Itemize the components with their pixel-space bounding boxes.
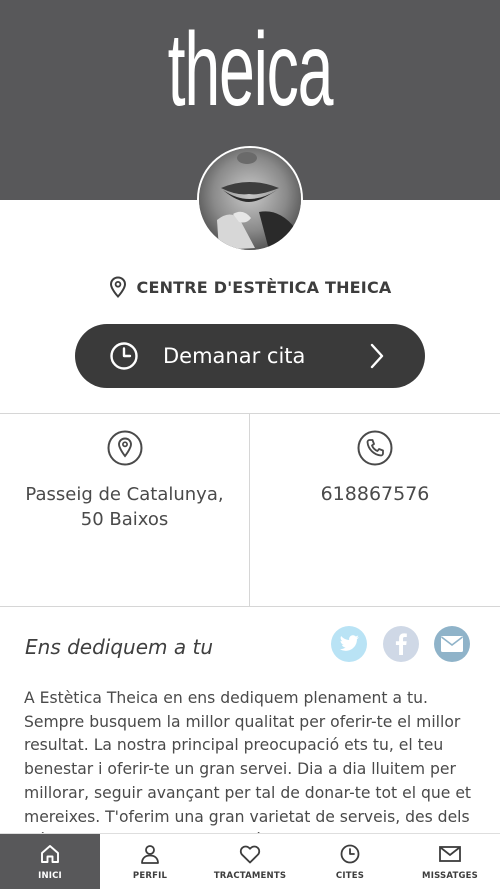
facebook-icon [395,633,407,655]
mail-button[interactable] [434,626,470,662]
user-icon [141,845,159,864]
phone-number: 618867576 [320,483,430,505]
about-text: A Estètica Theica en ens dediquem plenam… [24,689,472,833]
tab-label: MISSATGES [422,871,478,881]
chevron-right-icon [370,343,384,369]
address-line-2: 50 Baixos [80,509,169,530]
tab-missatges[interactable]: MISSATGES [400,834,500,889]
center-name: CENTRE D'ESTÈTICA THEICA [136,277,392,297]
twitter-icon [339,635,359,651]
mail-icon [441,636,463,652]
heart-icon [239,845,261,864]
center-name-row: CENTRE D'ESTÈTICA THEICA [0,276,500,298]
tab-label: INICI [38,871,62,881]
phone-cell[interactable]: 618867576 [250,414,499,607]
home-icon [41,845,59,863]
brand-logo: theica [167,12,334,128]
clock-icon [110,342,138,370]
tab-tractaments[interactable]: TRACTAMENTS [200,834,300,889]
tab-label: TRACTAMENTS [213,871,287,881]
tab-perfil[interactable]: PERFIL [100,834,200,889]
contact-info-grid: Passeig de Catalunya, 50 Baixos 61886757… [0,413,500,607]
phone-icon [357,430,392,466]
tab-label: CITES [335,871,365,881]
tab-cites[interactable]: CITES [300,834,400,889]
twitter-button[interactable] [331,626,367,662]
map-pin-icon [109,276,126,298]
location-icon [107,430,142,466]
avatar-photo [199,148,301,250]
tab-label: PERFIL [132,871,168,881]
address-line-1: Passeig de Catalunya, [25,484,224,505]
address-cell[interactable]: Passeig de Catalunya, 50 Baixos [0,414,249,607]
clock-icon [340,844,360,864]
avatar [197,146,303,252]
book-appointment-button[interactable]: Demanar cita [75,324,425,388]
about-title: Ens dediquem a tu [25,635,213,659]
book-appointment-label: Demanar cita [163,344,306,368]
bottom-tab-bar: INICI PERFIL TRACTAMENTS CITES MISSATGES [0,833,500,889]
envelope-icon [439,846,461,862]
facebook-button[interactable] [383,626,419,662]
tab-inici[interactable]: INICI [0,834,100,889]
address-text: Passeig de Catalunya, 50 Baixos [0,482,249,532]
